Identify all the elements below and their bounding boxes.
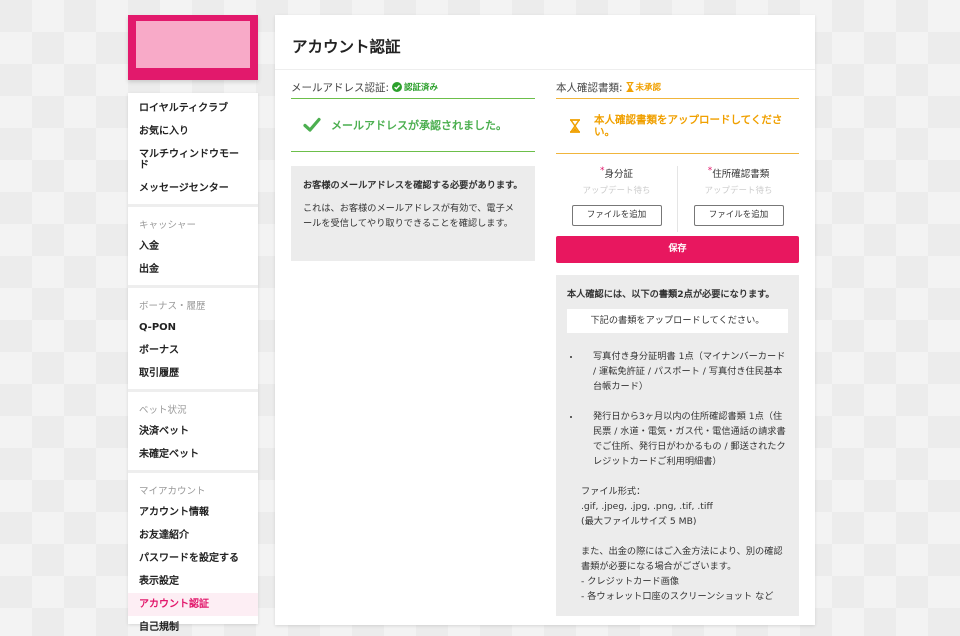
sidebar-item-deposit[interactable]: 入金 <box>128 235 258 258</box>
id-section-header: 本人確認書類: 未承認 <box>556 78 799 96</box>
sidebar-group-cashier: キャッシャー 入金 出金 <box>128 207 258 288</box>
file-size-limit: (最大ファイルサイズ 5 MB) <box>581 516 697 527</box>
id-pending-message: 本人確認書類をアップロードしてください。 <box>594 114 783 138</box>
upload-address-label: *住所確認書類 <box>678 166 799 180</box>
id-section-label: 本人確認書類: <box>556 81 623 94</box>
sidebar-item-account-verification[interactable]: アカウント認証 <box>128 593 258 616</box>
email-verification-section: メールアドレス認証: 認証済み メールアドレスが承認されました。 お客様のメール… <box>291 78 535 261</box>
requirements-intro: 本人確認には、以下の書類2点が必要になります。 <box>567 289 775 300</box>
file-format-label: ファイル形式： <box>581 486 646 497</box>
sidebar-item-qpon[interactable]: Q-PON <box>128 316 258 339</box>
sidebar-group-general: ロイヤルティクラブ お気に入り マルチウィンドウモード メッセージセンター <box>128 93 258 207</box>
upload-id-status: アップデート待ち <box>582 186 651 196</box>
sidebar-heading-bonus-history: ボーナス・履歴 <box>139 301 206 312</box>
sidebar-item-account-info[interactable]: アカウント情報 <box>128 501 258 524</box>
upload-notice: 下記の書類をアップロードしてください。 <box>567 309 788 333</box>
sidebar-item-loyalty-club[interactable]: ロイヤルティクラブ <box>128 97 258 120</box>
save-button[interactable]: 保存 <box>556 236 799 263</box>
id-documents-section: 本人確認書類: 未承認 本人確認書類をアップロードしてください。 *身分証 アッ… <box>556 78 799 616</box>
sidebar-item-self-exclusion[interactable]: 自己規制 <box>128 616 258 636</box>
sidebar-item-refer-friend[interactable]: お友達紹介 <box>128 524 258 547</box>
file-format-info: ファイル形式： .gif, .jpeg, .jpg, .png, .tif, .… <box>567 484 788 604</box>
sidebar-heading-cashier: キャッシャー <box>139 220 197 231</box>
withdrawal-note-item: - クレジットカード画像 <box>581 576 680 587</box>
email-section-header: メールアドレス認証: 認証済み <box>291 78 535 96</box>
upload-grid: *身分証 アップデート待ち ファイルを追加 *住所確認書類 アップデート待ち フ… <box>556 166 799 232</box>
email-info-title: お客様のメールアドレスを確認する必要があります。 <box>303 180 523 191</box>
email-verified-message: メールアドレスが承認されました。 <box>331 119 507 132</box>
sidebar-group-my-account: マイアカウント アカウント情報 お友達紹介 パスワードを設定する 表示設定 アカ… <box>128 473 258 636</box>
logo-placeholder <box>136 21 250 68</box>
sidebar-item-transaction-history[interactable]: 取引履歴 <box>128 362 258 385</box>
sidebar-item-withdraw[interactable]: 出金 <box>128 258 258 281</box>
sidebar-heading-my-account: マイアカウント <box>139 486 206 497</box>
sidebar-item-settled-bets[interactable]: 決済ベット <box>128 420 258 443</box>
withdrawal-note-item: - 各ウォレット口座のスクリーンショット など <box>581 591 774 602</box>
pending-badge: 未承認 <box>626 81 662 93</box>
file-format-list: .gif, .jpeg, .jpg, .png, .tif, .tiff <box>581 501 713 512</box>
main-panel: アカウント認証 メールアドレス認証: 認証済み メールアドレスが承認されました。… <box>275 15 815 625</box>
page-title: アカウント認証 <box>292 38 401 56</box>
upload-id-label-text: 身分証 <box>604 169 633 180</box>
requirement-address-proof: 発行日から3ヶ月以内の住所確認書類 1点（住民票 / 水道・電気・ガス代・電信通… <box>581 409 788 469</box>
verified-badge-text: 認証済み <box>404 83 439 93</box>
verified-check-icon <box>392 82 403 92</box>
email-info-body: これは、お客様のメールアドレスが有効で、電子メールを受信してやり取りできることを… <box>303 203 514 229</box>
hourglass-icon <box>626 82 634 92</box>
sidebar-group-bet-status: ベット状況 決済ベット 未確定ベット <box>128 392 258 473</box>
upload-address-status: アップデート待ち <box>704 186 773 196</box>
email-info-box: お客様のメールアドレスを確認する必要があります。 これは、お客様のメールアドレス… <box>291 166 535 261</box>
email-section-label: メールアドレス認証: <box>291 81 390 94</box>
requirements-box: 本人確認には、以下の書類2点が必要になります。 下記の書類をアップロードしてくだ… <box>556 275 799 616</box>
add-address-file-button[interactable]: ファイルを追加 <box>693 205 784 226</box>
id-pending-status: 本人確認書類をアップロードしてください。 <box>556 99 799 154</box>
hourglass-icon <box>570 119 580 133</box>
sidebar-item-favorites[interactable]: お気に入り <box>128 120 258 143</box>
upload-id-document: *身分証 アップデート待ち ファイルを追加 <box>556 166 677 232</box>
upload-address-label-text: 住所確認書類 <box>712 169 770 180</box>
requirement-photo-id: 写真付き身分証明書 1点（マイナンバーカード / 運転免許証 / パスポート /… <box>581 349 788 394</box>
sidebar-item-bonus[interactable]: ボーナス <box>128 339 258 362</box>
upload-address-document: *住所確認書類 アップデート待ち ファイルを追加 <box>677 166 799 232</box>
pending-badge-text: 未承認 <box>635 83 662 93</box>
checkmark-icon <box>303 117 321 132</box>
brand-logo[interactable] <box>128 15 258 80</box>
sidebar-group-bonus-history: ボーナス・履歴 Q-PON ボーナス 取引履歴 <box>128 288 258 392</box>
sidebar-heading-bet-status: ベット状況 <box>139 405 187 416</box>
verified-badge: 認証済み <box>392 81 438 93</box>
sidebar-item-display-settings[interactable]: 表示設定 <box>128 570 258 593</box>
title-divider <box>275 69 815 70</box>
sidebar-item-multi-window[interactable]: マルチウィンドウモード <box>128 143 258 177</box>
sidebar-item-set-password[interactable]: パスワードを設定する <box>128 547 258 570</box>
sidebar-nav: ロイヤルティクラブ お気に入り マルチウィンドウモード メッセージセンター キャ… <box>128 93 258 633</box>
upload-id-label: *身分証 <box>556 166 677 180</box>
email-verified-status: メールアドレスが承認されました。 <box>291 99 535 152</box>
sidebar-item-message-center[interactable]: メッセージセンター <box>128 177 258 200</box>
sidebar-item-open-bets[interactable]: 未確定ベット <box>128 443 258 466</box>
withdrawal-note: また、出金の際にはご入金方法により、別の確認書類が必要になる場合がございます。 <box>581 546 783 572</box>
add-id-file-button[interactable]: ファイルを追加 <box>571 205 662 226</box>
requirements-list: 写真付き身分証明書 1点（マイナンバーカード / 運転免許証 / パスポート /… <box>567 349 788 469</box>
